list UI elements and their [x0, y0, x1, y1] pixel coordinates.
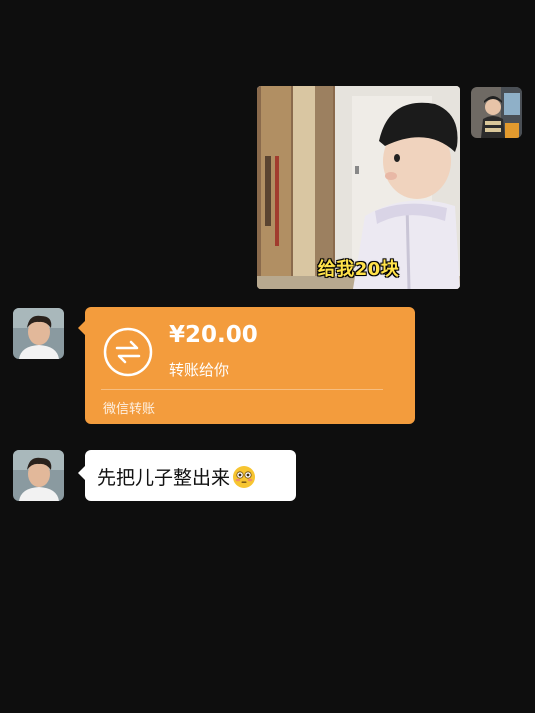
flushed-face-icon [233, 465, 256, 488]
transfer-note: 转账给你 [169, 361, 230, 379]
contact-avatar[interactable] [13, 308, 64, 359]
image-caption: 给我20块 [317, 259, 400, 280]
sender-avatar[interactable] [471, 87, 522, 138]
contact-avatar[interactable] [13, 450, 64, 501]
image-message[interactable]: 给我20块 [257, 86, 460, 289]
text-message-content: 先把儿子整出来 [97, 467, 231, 489]
text-message[interactable]: 先把儿子整出来 [78, 450, 296, 501]
transfer-amount: ¥20.00 [169, 322, 258, 348]
transfer-footer-label: 微信转账 [103, 402, 156, 417]
text-message-row: 先把儿子整出来 [97, 463, 256, 490]
transfer-divider [101, 389, 383, 390]
transfer-message[interactable]: ¥20.00 转账给你 微信转账 [78, 307, 415, 424]
transfer-icon [103, 327, 153, 377]
